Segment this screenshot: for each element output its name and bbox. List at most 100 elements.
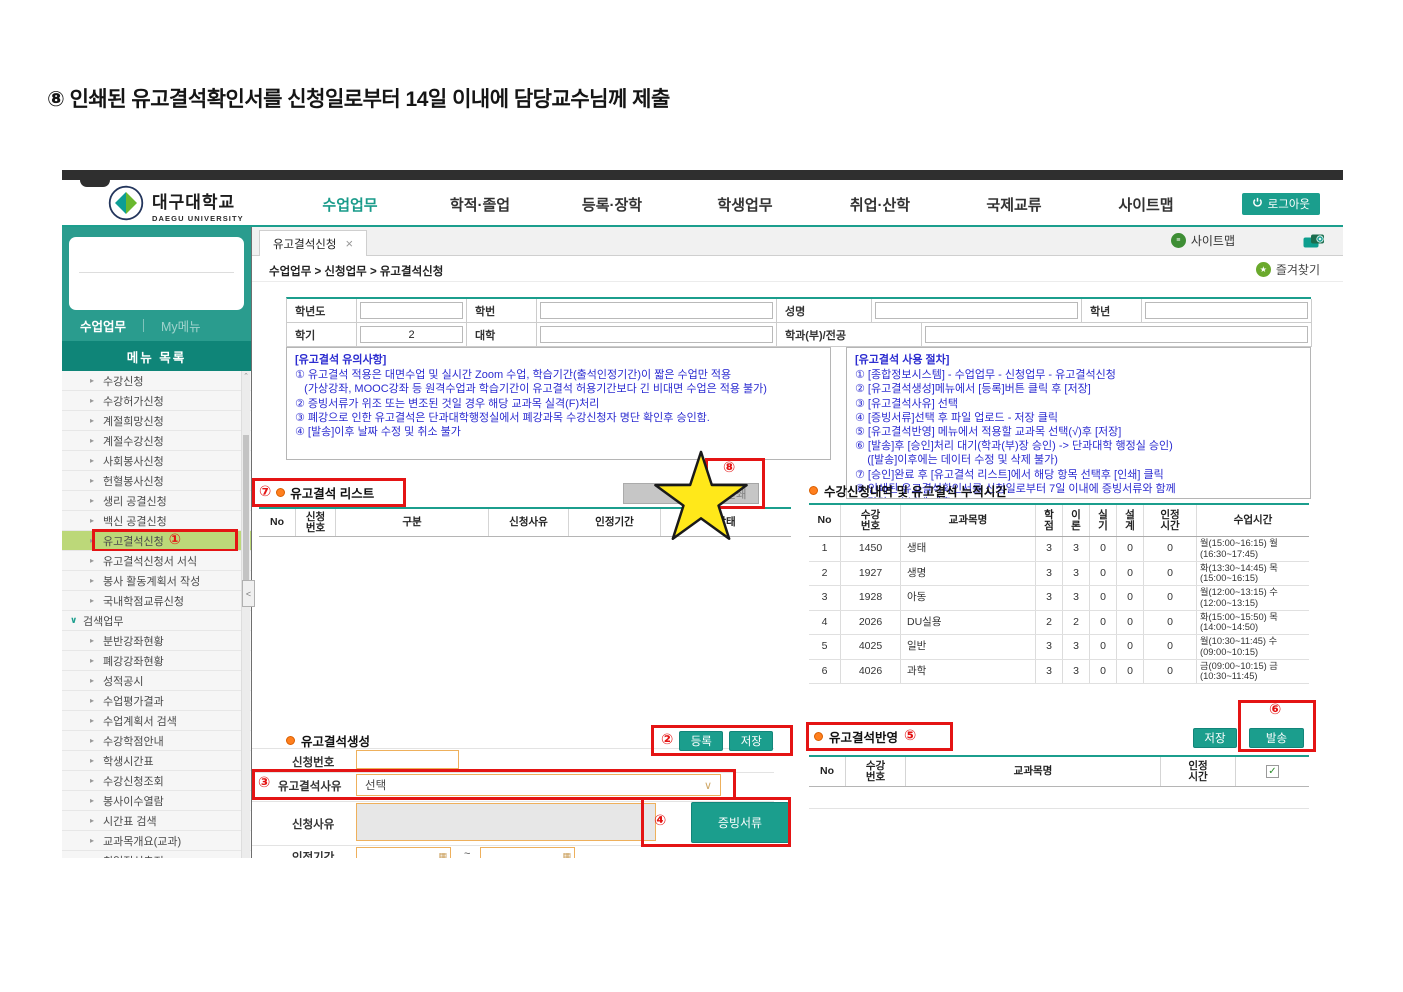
- reason-select[interactable]: 선택 ∨: [356, 774, 721, 796]
- sidebar-item-3[interactable]: ▸ 계절수강신청: [62, 431, 251, 451]
- nav-item-registration[interactable]: 등록·장학: [582, 194, 642, 215]
- period-end-input[interactable]: ▦: [480, 847, 575, 858]
- sidebar-item-9[interactable]: ▸ 유고결석신청서 서식: [62, 551, 251, 571]
- sidebar-item-label: 계절희망신청: [103, 415, 164, 428]
- sidebar-item-20[interactable]: ▸ 수강신청조회: [62, 771, 251, 791]
- sidebar-tab-classwork[interactable]: 수업업무: [62, 316, 126, 335]
- table-cell: 화(13:30~14:45) 목(15:00~16:15): [1200, 562, 1278, 584]
- sidebar-item-16[interactable]: ▸ 수업평가결과: [62, 691, 251, 711]
- notice-line: (가상강좌, MOOC강좌 등 원격수업과 학습기간이 유고결석 허용기간보다 …: [295, 383, 767, 396]
- college-input[interactable]: [540, 326, 773, 343]
- sidebar-item-23[interactable]: ▸ 교과목개요(교과): [62, 831, 251, 851]
- sidebar-item-18[interactable]: ▸ 수강학점안내: [62, 731, 251, 751]
- sidebar-item-6[interactable]: ▸ 생리 공결신청: [62, 491, 251, 511]
- topbar-notch: [80, 180, 110, 187]
- nav-item-student-affairs[interactable]: 학생업무: [717, 194, 772, 215]
- table-row[interactable]: 2 1927 생명 3 3 0 0 0 화(13:30~14:45) 목(15:00~16:15…: [809, 561, 1309, 586]
- quick-window-icon[interactable]: [1303, 234, 1325, 254]
- calendar-icon[interactable]: ▦: [562, 851, 571, 859]
- table-cell: 0: [1117, 635, 1144, 659]
- logout-button[interactable]: 로그아웃: [1241, 193, 1320, 215]
- sidebar-item-2[interactable]: ▸ 계절희망신청: [62, 411, 251, 431]
- table-row[interactable]: 6 4026 과학 3 3 0 0 0 금(09:00~10:15) 금(10:30~11:45…: [809, 659, 1309, 684]
- student-id-input[interactable]: [540, 302, 773, 319]
- arrow-right-icon: ▸: [90, 816, 95, 825]
- sidebar-item-0[interactable]: ▸ 수강신청: [62, 371, 251, 391]
- table-cell: 생태: [901, 537, 1036, 561]
- attachment-button[interactable]: 증빙서류: [691, 802, 789, 843]
- nav-item-career[interactable]: 취업·산학: [850, 194, 910, 215]
- app-header: 대구대학교 DAEGU UNIVERSITY 수업업무 학적·졸업 등록·장학 …: [62, 180, 1343, 227]
- sidebar-item-15[interactable]: ▸ 성적공시: [62, 671, 251, 691]
- request-no-input[interactable]: [356, 750, 459, 769]
- sidebar-item-10[interactable]: ▸ 봉사 활동계획서 작성: [62, 571, 251, 591]
- select-all-checkbox[interactable]: ✓: [1266, 765, 1279, 778]
- arrow-right-icon: ▸: [90, 716, 95, 725]
- logout-label: 로그아웃: [1267, 199, 1310, 211]
- sidebar-item-24[interactable]: ▸취업적성측정: [62, 851, 251, 858]
- period-start-input[interactable]: ▦: [356, 847, 451, 858]
- table-cell: 아동: [901, 586, 1036, 610]
- nav-item-classes[interactable]: 수업업무: [322, 194, 377, 215]
- close-icon[interactable]: ×: [345, 237, 353, 250]
- year-input[interactable]: [360, 302, 463, 319]
- annotation-6: ⑥: [1269, 702, 1282, 718]
- sidebar-collapse-handle[interactable]: <: [242, 580, 255, 607]
- sidebar-item-17[interactable]: ▸ 수업계획서 검색: [62, 711, 251, 731]
- arrow-right-icon: ▸: [90, 796, 95, 805]
- semester-input[interactable]: [360, 326, 463, 343]
- sidebar-item-8[interactable]: ▸ 유고결석신청 ①: [62, 529, 251, 552]
- sidebar-item-label: 취업적성측정: [103, 853, 164, 859]
- table-row[interactable]: 5 4025 일반 3 3 0 0 0 월(10:30~11:45) 수(09:00~10:15…: [809, 635, 1309, 660]
- sidebar-scrollbar[interactable]: ⌃: [241, 371, 250, 858]
- sidebar-item-19[interactable]: ▸ 학생시간표: [62, 751, 251, 771]
- column-header: 신청사유: [489, 509, 569, 536]
- sitemap-link[interactable]: ≡ 사이트맵: [1170, 232, 1235, 249]
- sidebar-item-7[interactable]: ▸ 백신 공결신청: [62, 511, 251, 531]
- sidebar-item-21[interactable]: ▸ 봉사이수열람: [62, 791, 251, 811]
- sidebar-tab-mymenu[interactable]: My메뉴: [161, 316, 201, 335]
- sidebar-item-12[interactable]: ∨ 검색업무: [62, 611, 251, 631]
- sidebar-item-label: 봉사이수열람: [103, 795, 164, 808]
- enroll-body: 1 1450 생태 3 3 0 0 0 월(15:00~16:15) 월(16:30~17:45…: [809, 537, 1309, 684]
- column-header: 인정 시간: [1144, 505, 1197, 536]
- sidebar-item-22[interactable]: ▸ 시간표 검색: [62, 811, 251, 831]
- sidebar-item-1[interactable]: ▸ 수강허가신청: [62, 391, 251, 411]
- tab-absence-application[interactable]: 유고결석신청 ×: [259, 230, 367, 256]
- nav-item-international[interactable]: 국제교류: [986, 194, 1041, 215]
- arrow-right-icon: ▸: [90, 516, 95, 525]
- sidebar-item-label: 사회봉사신청: [103, 455, 164, 468]
- sidebar-item-11[interactable]: ▸ 국내학점교류신청: [62, 591, 251, 611]
- grade-input[interactable]: [1145, 302, 1308, 319]
- apply-save-button[interactable]: 저장: [1193, 728, 1237, 748]
- table-row[interactable]: 3 1928 아동 3 3 0 0 0 월(12:00~13:15) 수(12:00~13:15…: [809, 586, 1309, 611]
- scroll-up-icon[interactable]: ⌃: [242, 372, 250, 380]
- table-cell: 4025: [841, 635, 901, 659]
- nav-item-sitemap[interactable]: 사이트맵: [1118, 194, 1173, 215]
- apply-section-title: 유고결석반영: [829, 731, 899, 745]
- arrow-right-icon: ▸: [90, 436, 95, 445]
- annotation-box-7: ⑦ 유고결석 리스트: [252, 478, 406, 507]
- university-logo[interactable]: 대구대학교 DAEGU UNIVERSITY: [108, 185, 244, 226]
- favorite-button[interactable]: ★ 즐겨찾기: [1255, 261, 1320, 278]
- arrow-right-icon: ▸: [90, 836, 95, 845]
- sidebar-item-5[interactable]: ▸ 헌혈봉사신청: [62, 471, 251, 491]
- sidebar-item-label: 백신 공결신청: [103, 515, 167, 528]
- name-input[interactable]: [875, 302, 1078, 319]
- sidebar-item-4[interactable]: ▸ 사회봉사신청: [62, 451, 251, 471]
- reason-textarea[interactable]: [356, 803, 656, 841]
- table-row[interactable]: 4 2026 DU실용 2 2 0 0 0 화(15:00~15:50) 목(14:00~14:…: [809, 610, 1309, 635]
- sidebar-item-14[interactable]: ▸ 폐강강좌현황: [62, 651, 251, 671]
- table-row[interactable]: 1 1450 생태 3 3 0 0 0 월(15:00~16:15) 월(16:30~17:45…: [809, 537, 1309, 562]
- department-input[interactable]: [925, 326, 1308, 343]
- chevron-down-icon: ∨: [70, 615, 78, 625]
- calendar-icon[interactable]: ▦: [438, 851, 447, 859]
- column-header: 인정기간: [569, 509, 661, 536]
- breadcrumb: 수업업무 > 신청업무 > 유고결석신청: [269, 266, 444, 278]
- table-cell: 1927: [841, 561, 901, 585]
- nav-item-records[interactable]: 학적·졸업: [450, 194, 510, 215]
- sidebar-item-label: 수강신청조회: [103, 775, 164, 788]
- absence-list-title: 유고결석 리스트: [290, 487, 375, 501]
- sidebar-item-13[interactable]: ▸ 분반강좌현황: [62, 631, 251, 651]
- send-button[interactable]: 발송: [1249, 728, 1304, 748]
